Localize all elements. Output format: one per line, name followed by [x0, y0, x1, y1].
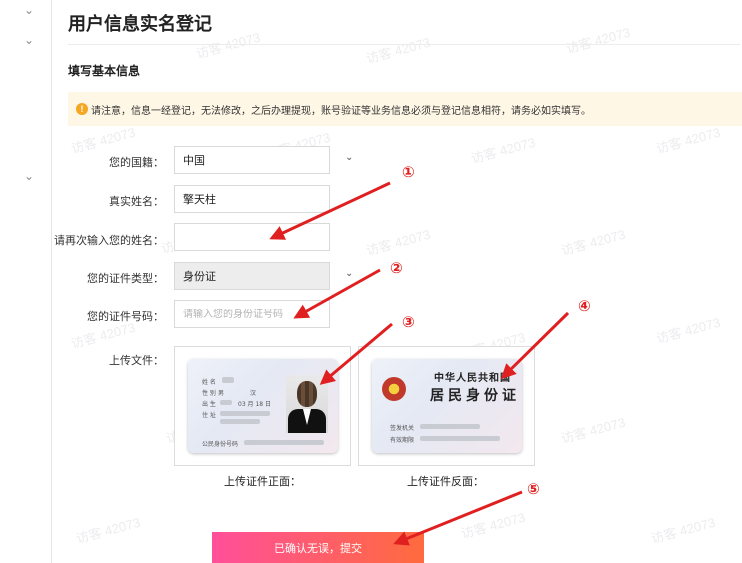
- confirm-name-input[interactable]: [174, 223, 330, 251]
- blurred-text: [220, 400, 232, 405]
- watermark: 访客 42073: [469, 134, 537, 167]
- watermark: 访客 42073: [654, 314, 722, 347]
- divider: [68, 44, 740, 45]
- card-text: 姓 名: [202, 379, 216, 386]
- id-type-select[interactable]: 身份证: [174, 262, 330, 290]
- watermark: 访客 42073: [364, 226, 432, 259]
- id-card-front-image: 姓 名 性 别 男 汉 出 生 03 月 18 日 住 址 公民身份号码: [188, 359, 338, 453]
- submit-button[interactable]: 已确认无误，提交: [212, 532, 424, 563]
- section-title: 填写基本信息: [68, 64, 141, 78]
- card-text: 签发机关: [390, 425, 415, 432]
- chevron-down-icon[interactable]: ⌄: [345, 152, 353, 163]
- id-number-field[interactable]: [174, 300, 330, 328]
- annotation-marker: ⑤: [527, 481, 540, 498]
- card-text: 居民身份证: [430, 388, 520, 404]
- real-name-value: 擎天柱: [183, 194, 216, 206]
- id-type-label: 您的证件类型：: [87, 273, 164, 285]
- notice-text: 请注意，信息一经登记，无法修改，之后办理提现，账号验证等业务信息必须与登记信息相…: [91, 105, 591, 117]
- chevron-down-icon[interactable]: ⌄: [345, 268, 353, 279]
- chevron-down-icon[interactable]: ⌄: [24, 34, 34, 46]
- blurred-text: [222, 377, 234, 383]
- card-text: 公民身份号码: [202, 441, 239, 448]
- blurred-text: [244, 440, 324, 445]
- watermark: 访客 42073: [559, 226, 627, 259]
- annotation-marker: ①: [402, 164, 415, 181]
- card-text: 03 月 18 日: [238, 401, 271, 408]
- upload-label: 上传文件：: [109, 355, 164, 367]
- watermark: 访客 42073: [69, 124, 137, 157]
- left-nav-rail: ⌄ ⌄ ⌄: [0, 0, 52, 563]
- card-text: 有效期限: [390, 437, 415, 444]
- id-photo: [286, 375, 328, 433]
- annotation-marker: ③: [402, 314, 415, 331]
- chevron-down-icon[interactable]: ⌄: [24, 170, 34, 182]
- watermark: 访客 42073: [649, 514, 717, 547]
- card-text: 中华人民共和国: [434, 373, 511, 384]
- real-name-label: 真实姓名：: [109, 196, 164, 208]
- id-card-back-image: 中华人民共和国 居民身份证 签发机关 有效期限: [372, 359, 522, 453]
- id-type-value: 身份证: [183, 271, 216, 283]
- chevron-down-icon[interactable]: ⌄: [24, 4, 34, 16]
- card-text: 住 址: [202, 412, 216, 419]
- upload-front-caption: 上传证件正面：: [224, 476, 301, 488]
- id-number-label: 您的证件号码：: [87, 311, 164, 323]
- national-emblem-icon: [382, 377, 406, 401]
- annotation-marker: ②: [390, 260, 403, 277]
- annotation-marker: ④: [578, 298, 591, 315]
- card-text: 性 别: [202, 390, 216, 397]
- blurred-text: [220, 411, 270, 416]
- watermark: 访客 42073: [564, 24, 632, 57]
- id-number-input[interactable]: [183, 308, 329, 320]
- watermark: 访客 42073: [364, 34, 432, 67]
- nationality-select[interactable]: 中国: [174, 146, 330, 174]
- nationality-label: 您的国籍：: [109, 157, 164, 169]
- card-text: 出 生: [202, 401, 216, 408]
- card-text: 汉: [250, 390, 257, 397]
- watermark: 访客 42073: [559, 414, 627, 447]
- blurred-text: [220, 419, 260, 424]
- card-text: 男: [218, 390, 225, 397]
- blurred-text: [420, 436, 500, 441]
- upload-back-box[interactable]: 中华人民共和国 居民身份证 签发机关 有效期限: [358, 346, 535, 466]
- nationality-value: 中国: [183, 155, 205, 167]
- upload-front-box[interactable]: 姓 名 性 别 男 汉 出 生 03 月 18 日 住 址 公民身份号码: [174, 346, 351, 466]
- warning-icon: !: [76, 103, 88, 115]
- watermark: 访客 42073: [654, 124, 722, 157]
- confirm-name-label: 请再次输入您的姓名：: [54, 235, 164, 247]
- upload-back-caption: 上传证件反面：: [407, 476, 484, 488]
- page-title: 用户信息实名登记: [68, 14, 212, 34]
- real-name-input[interactable]: 擎天柱: [174, 185, 330, 213]
- blurred-text: [420, 424, 480, 429]
- watermark: 访客 42073: [74, 514, 142, 547]
- watermark: 访客 42073: [459, 509, 527, 542]
- notice-banner: ! 请注意，信息一经登记，无法修改，之后办理提现，账号验证等业务信息必须与登记信…: [68, 92, 742, 126]
